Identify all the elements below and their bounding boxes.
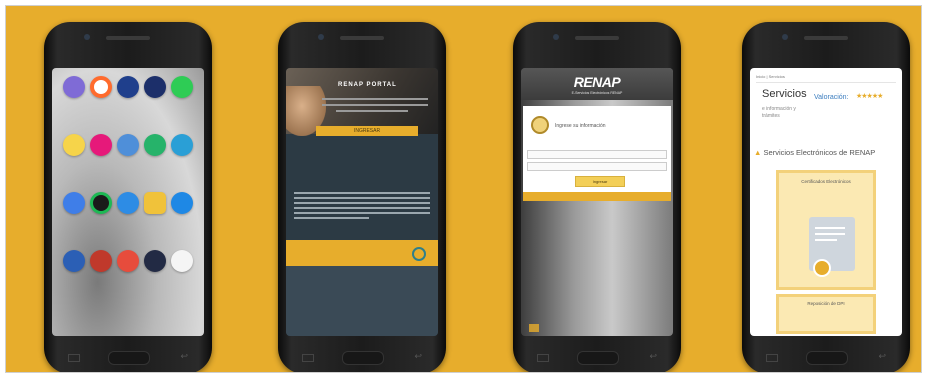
login-screen: RENAP E-Servicios Electrónicos RENAP Ing… [521,68,673,336]
phone-login: RENAP E-Servicios Electrónicos RENAP Ing… [513,22,681,372]
login-button[interactable]: Ingresar [575,176,625,187]
services-screen: Inicio | Servicios Servicios Valoración:… [750,68,902,336]
app-icon[interactable] [89,250,112,272]
bank-icon: ▲ [754,148,762,157]
login-title: Ingrese su información [555,123,606,129]
login-card: Ingrese su información Ingresar [523,106,671,192]
recent-apps-icon[interactable] [302,354,314,362]
home-button[interactable] [342,351,384,365]
service-card-dpi[interactable]: Reposición de DPI [776,294,876,334]
app-icon[interactable] [171,250,194,272]
page-title: Servicios [762,88,807,100]
app-icon[interactable] [144,76,167,98]
section-title-text: Servicios Electrónicos de RENAP [763,148,876,157]
back-icon[interactable]: ↩ [180,351,188,362]
phone-services: Inicio | Servicios Servicios Valoración:… [742,22,910,372]
password-field[interactable] [527,162,667,171]
portal-screen: RENAP PORTAL INGRESAR [286,68,438,336]
home-screen [52,68,204,336]
enter-button[interactable]: INGRESAR [316,126,418,136]
hero-text-line [336,110,408,112]
front-camera [782,34,788,40]
description-paragraph [294,192,430,222]
magnifier-icon [531,116,549,134]
hero-text-line [322,98,428,100]
rating-stars: ★★★★★ [856,93,883,100]
front-camera [84,34,90,40]
phone-speaker [106,36,150,40]
app-icon[interactable] [89,192,112,214]
section-title: ▲ Servicios Electrónicos de RENAP [754,148,875,157]
app-icon[interactable] [144,134,167,156]
app-icon[interactable] [171,192,194,214]
phone-speaker [340,36,384,40]
recent-apps-icon[interactable] [68,354,80,362]
front-camera [318,34,324,40]
app-grid [60,76,196,272]
rating-label: Valoración: [814,94,849,101]
breadcrumb[interactable]: Inicio | Servicios [756,74,896,83]
app-icon[interactable] [144,192,167,214]
app-icon[interactable] [171,134,194,156]
home-button[interactable] [577,351,619,365]
info-text: e información y trámites [762,106,796,120]
back-icon[interactable]: ↩ [878,351,886,362]
phone-speaker [804,36,848,40]
app-icon[interactable] [62,250,85,272]
phone-portal: RENAP PORTAL INGRESAR ↩ [278,22,446,372]
renap-logo-icon [412,247,426,261]
app-icon[interactable] [89,76,112,98]
app-header: RENAP E-Servicios Electrónicos RENAP [521,68,673,100]
hero-image: RENAP PORTAL INGRESAR [286,68,438,136]
front-camera [553,34,559,40]
card-title: Certificados Electrónicos [801,179,851,184]
app-icon[interactable] [62,134,85,156]
phone-home-screen: ↩ [44,22,212,372]
app-icon[interactable] [89,134,112,156]
username-field[interactable] [527,150,667,159]
back-icon[interactable]: ↩ [649,351,657,362]
header-subtitle: E-Servicios Electrónicos RENAP [571,91,623,95]
hero-text-line [322,104,428,106]
seal-icon [813,259,831,277]
info-bar [523,192,671,201]
home-button[interactable] [108,351,150,365]
app-icon[interactable] [116,192,139,214]
recent-apps-icon[interactable] [766,354,778,362]
footer-area [286,266,438,336]
app-icon[interactable] [116,250,139,272]
recent-apps-icon[interactable] [537,354,549,362]
back-icon[interactable]: ↩ [414,351,422,362]
app-icon[interactable] [144,250,167,272]
app-icon[interactable] [171,76,194,98]
app-icon[interactable] [116,76,139,98]
portal-title: RENAP PORTAL [338,82,397,88]
renap-logo: RENAP [573,74,621,90]
promo-banner: ↩ RENAP PORTAL INGRESAR ↩ RENAP E-Servic… [5,5,922,373]
app-icon[interactable] [62,192,85,214]
app-icon[interactable] [62,76,85,98]
service-card-certificates[interactable]: Certificados Electrónicos [776,170,876,290]
app-icon[interactable] [116,134,139,156]
menu-icon[interactable] [529,324,539,332]
phone-speaker [575,36,619,40]
home-button[interactable] [806,351,848,365]
card-title: Reposición de DPI [807,301,845,306]
info-line: e información y [762,106,796,112]
info-line: trámites [762,113,780,119]
